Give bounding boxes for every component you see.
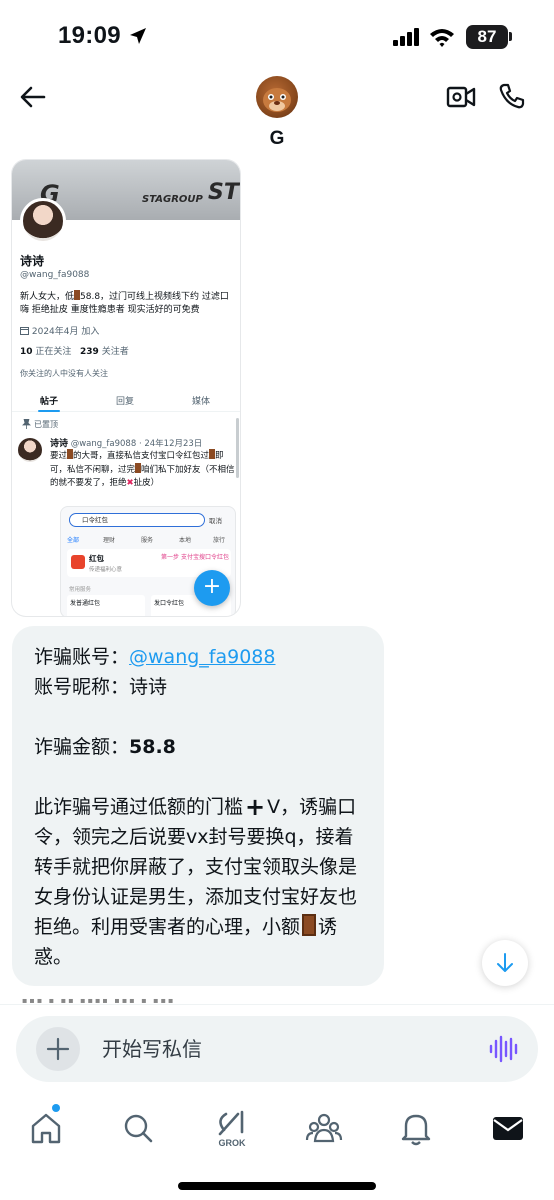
followers-count: 239 [80, 347, 99, 357]
plus-emoji-icon: + [245, 793, 266, 821]
profile-follow-stats: 10 正在关注 239 关注者 [20, 344, 129, 357]
message-body: 此诈骗号通过低额的门槛+ V，诱骗口令，领完之后说要vx封号要换q，接着转手就把你… [34, 792, 364, 972]
banner-text: STAGROUP [142, 194, 203, 205]
tab-media: 媒体 [192, 397, 211, 407]
profile-name: 诗诗 [20, 254, 45, 268]
shared-profile-screenshot[interactable]: G STAGROUP ST 诗诗 @wang_fa9088 新人女大，低 58.8… [12, 160, 240, 616]
nickname-value: 诗诗 [129, 676, 168, 698]
following-count: 10 [20, 347, 33, 357]
grok-tab[interactable]: GROK [212, 1108, 252, 1148]
red-packet-icon [71, 555, 85, 569]
phone-call-icon[interactable] [498, 82, 526, 110]
embed-card-sub: 传递福利心意 [89, 567, 123, 573]
tab-underline [38, 410, 60, 412]
message-line: 诈骗账号：@wang_fa9088 [34, 642, 362, 672]
location-arrow-icon [130, 28, 146, 44]
battery-level: 87 [466, 25, 508, 49]
embed-search-bar: 口令红包 [69, 513, 205, 527]
image-scrollbar [236, 418, 239, 478]
door-emoji-icon [302, 914, 317, 936]
status-bar: 19:09 87 [0, 0, 554, 72]
scroll-to-bottom-button[interactable] [482, 940, 528, 986]
embed-tab: 服务 [141, 537, 154, 544]
embed-tab: 本地 [179, 537, 192, 544]
compose-fab-plus-icon: + [194, 570, 230, 606]
profile-avatar [20, 198, 66, 244]
video-call-icon[interactable] [446, 84, 476, 110]
battery-tip [509, 32, 512, 41]
profile-joined: 2024年4月 加入 [20, 324, 99, 337]
post-text-part: 的大哥，直接私信支付宝口令红包过 [73, 451, 210, 461]
home-indicator [178, 1182, 376, 1190]
calendar-icon [20, 327, 29, 335]
voice-message-icon[interactable] [488, 1035, 518, 1063]
message-input[interactable] [102, 1034, 462, 1064]
body-text: 此诈骗号通过低额的门槛 [34, 796, 244, 818]
embed-cancel: 取消 [209, 517, 222, 525]
post-text-part: 扯皮） [133, 478, 160, 488]
account-label: 诈骗账号： [34, 646, 130, 668]
back-arrow-icon[interactable] [18, 82, 48, 112]
pin-icon [22, 419, 31, 429]
communities-icon[interactable] [304, 1108, 344, 1148]
messages-envelope-icon[interactable] [488, 1108, 528, 1148]
grok-label: GROK [218, 1138, 246, 1148]
cross-mark-icon: ✖ [126, 478, 134, 488]
followers-label: 关注者 [101, 347, 129, 357]
cartoon-face-icon [263, 88, 291, 112]
contact-avatar[interactable] [256, 76, 298, 118]
banner-text: ST [208, 180, 239, 205]
home-icon[interactable] [26, 1108, 66, 1148]
notifications-bell-icon[interactable] [396, 1108, 436, 1148]
profile-tabs: 帖子 回复 媒体 [12, 390, 240, 412]
post-header: 诗诗 @wang_fa9088 · 24年12月23日 [50, 436, 202, 449]
joined-text: 2024年4月 加入 [31, 327, 100, 337]
following-label: 正在关注 [35, 347, 72, 357]
home-notification-dot [52, 1104, 60, 1112]
profile-bio: 新人女大，低 58.8，过门可线上视频线下约 过滤口嗨 拒绝扯皮 重度性瘾患者 现… [20, 290, 236, 317]
post-text: 要过 的大哥，直接私信支付宝口令红包过 即可，私信不闲聊，过完 咱们私下加好友（不相信… [50, 449, 238, 490]
contact-name[interactable]: G [0, 128, 554, 150]
embed-step-note: 第一步 支付宝搜口令红包 [161, 554, 229, 561]
account-handle-link[interactable]: @wang_fa9088 [129, 646, 275, 668]
bio-text: 新人女大，低 [20, 292, 75, 302]
pinned-label: 已置顶 [34, 420, 58, 429]
arrow-down-icon [497, 953, 513, 972]
post-author: 诗诗 [50, 439, 69, 449]
conversation-header: G [0, 72, 554, 160]
message-bubble[interactable]: 诈骗账号：@wang_fa9088 账号昵称：诗诗 诈骗金额：58.8 此诈骗号… [12, 626, 384, 986]
embed-tab: 全部 [67, 537, 80, 544]
amount-value: 58.8 [129, 736, 176, 758]
message-line: 诈骗金额：58.8 [34, 732, 362, 762]
tab-replies: 回复 [116, 397, 135, 407]
plus-icon [46, 1037, 70, 1061]
amount-label: 诈骗金额： [34, 736, 130, 758]
embed-tab: 旅行 [213, 537, 226, 544]
profile-handle: @wang_fa9088 [20, 270, 90, 280]
embed-tab: 理财 [103, 537, 116, 544]
post-avatar [18, 438, 42, 462]
cellular-signal-icon [393, 28, 419, 46]
nickname-label: 账号昵称： [34, 676, 130, 698]
mutual-followers-text: 你关注的人中没有人关注 [20, 369, 108, 378]
search-icon[interactable] [118, 1108, 158, 1148]
status-time: 19:09 [58, 22, 121, 49]
embed-cell: 发普通红包 [67, 595, 145, 616]
grok-icon [218, 1110, 244, 1136]
wifi-icon [430, 29, 454, 47]
message-composer [16, 1016, 538, 1082]
add-media-button[interactable] [36, 1027, 80, 1071]
tab-posts: 帖子 [40, 397, 59, 407]
embed-common-label: 常用服务 [69, 587, 92, 593]
embed-card-title: 红包 [89, 554, 104, 563]
post-text-part: 要过 [50, 451, 68, 461]
post-meta: @wang_fa9088 · 24年12月23日 [70, 439, 203, 449]
message-line: 账号昵称：诗诗 [34, 672, 362, 702]
